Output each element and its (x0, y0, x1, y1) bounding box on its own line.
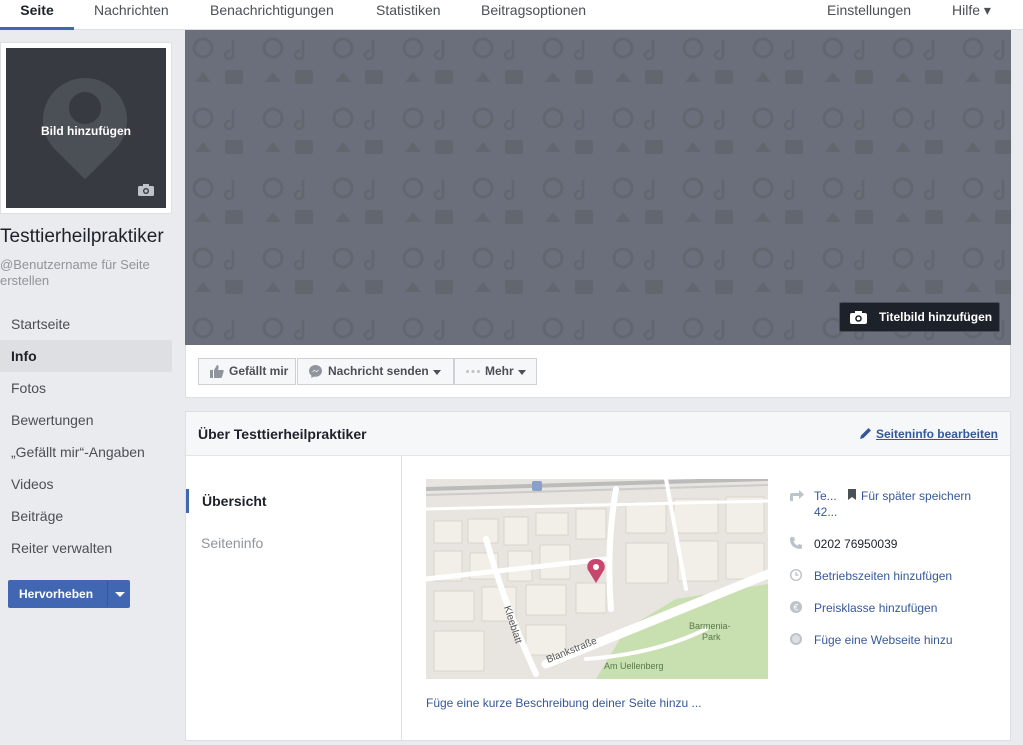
add-description-link[interactable]: Füge eine kurze Beschreibung deiner Seit… (426, 696, 702, 710)
tab-benachrichtigungen[interactable]: Benachrichtigungen (210, 0, 334, 30)
svg-text:€: € (793, 603, 798, 613)
sidebar-item-fotos[interactable]: Fotos (0, 372, 172, 404)
cover-photo: Titelbild hinzufügen (185, 30, 1011, 345)
directions-arrow-icon (790, 490, 804, 501)
help-menu[interactable]: Hilfe ▾ (952, 0, 991, 30)
chevron-down-icon (518, 370, 526, 375)
about-subnav: Übersicht Seiteninfo (186, 456, 402, 740)
chevron-down-icon (433, 370, 441, 375)
add-cover-photo-button[interactable]: Titelbild hinzufügen (839, 302, 1000, 332)
map-label-park-1: Barmenia- (689, 621, 731, 631)
profile-picture[interactable]: Bild hinzufügen (0, 42, 172, 214)
location-map[interactable]: Kleeblatt Blankstraße Barmenia- Park Am … (426, 479, 768, 679)
tab-statistiken[interactable]: Statistiken (376, 0, 441, 30)
bookmark-icon (848, 489, 856, 500)
globe-icon (790, 633, 802, 645)
send-message-button[interactable]: Nachricht senden (297, 358, 454, 385)
promote-label: Hervorheben (19, 587, 94, 601)
messenger-icon (309, 365, 322, 378)
tab-einstellungen[interactable]: Einstellungen (827, 0, 911, 30)
sidebar-item-info[interactable]: Info (0, 340, 172, 372)
add-cover-label: Titelbild hinzufügen (879, 310, 993, 324)
send-message-label: Nachricht senden (328, 364, 429, 378)
cover-pattern (185, 30, 1011, 345)
train-station-icon (532, 481, 542, 491)
price-tag-icon: € (790, 601, 802, 613)
edit-page-info-link[interactable]: Seiteninfo bearbeiten (859, 427, 998, 441)
address-line-2[interactable]: 42... (814, 505, 837, 519)
pencil-icon (859, 428, 871, 439)
clock-icon (790, 569, 802, 581)
tab-seiteninfo[interactable]: Seiteninfo (186, 531, 402, 555)
add-picture-label[interactable]: Bild hinzufügen (6, 124, 166, 138)
tab-uebersicht[interactable]: Übersicht (186, 489, 402, 513)
phone-icon (790, 537, 802, 549)
about-card-header: Über Testtierheilpraktiker Seiteninfo be… (186, 412, 1010, 456)
add-website-link[interactable]: Füge eine Webseite hinzu (814, 633, 953, 647)
save-for-later-link[interactable]: Für später speichern (861, 489, 971, 503)
map-label-uellenberg: Am Uellenberg (604, 661, 664, 671)
sidebar-nav: Startseite Info Fotos Bewertungen „Gefäl… (0, 308, 172, 564)
page-action-bar: Gefällt mir Nachricht senden Mehr (185, 345, 1011, 398)
tab-seite[interactable]: Seite (0, 0, 74, 30)
top-navigation: Seite Nachrichten Benachrichtigungen Sta… (0, 0, 1023, 30)
add-price-range-link[interactable]: Preisklasse hinzufügen (814, 601, 937, 615)
like-label: Gefällt mir (229, 364, 289, 378)
more-button[interactable]: Mehr (454, 358, 537, 385)
map-label-park-2: Park (702, 632, 721, 642)
more-dots-icon (466, 370, 480, 373)
phone-number[interactable]: 0202 76950039 (814, 537, 897, 551)
camera-icon (850, 311, 867, 324)
address-line-1[interactable]: Te... (814, 489, 837, 503)
sidebar-item-reiter-verwalten[interactable]: Reiter verwalten (0, 532, 172, 564)
thumbs-up-icon (210, 365, 224, 378)
sidebar-item-beitraege[interactable]: Beiträge (0, 500, 172, 532)
camera-icon (138, 184, 154, 196)
about-card: Über Testtierheilpraktiker Seiteninfo be… (185, 411, 1011, 741)
about-title: Über Testtierheilpraktiker (198, 426, 367, 442)
add-hours-link[interactable]: Betriebszeiten hinzufügen (814, 569, 952, 583)
more-label: Mehr (485, 364, 514, 378)
tab-beitragsoptionen[interactable]: Beitragsoptionen (481, 0, 586, 30)
promote-button[interactable]: Hervorheben (8, 580, 130, 608)
chevron-down-icon[interactable] (115, 592, 125, 597)
create-username-link[interactable]: @Benutzername für Seite erstellen (0, 257, 172, 289)
sidebar-item-startseite[interactable]: Startseite (0, 308, 172, 340)
tab-nachrichten[interactable]: Nachrichten (94, 0, 169, 30)
sidebar-item-gefaellt-mir-angaben[interactable]: „Gefällt mir“-Angaben (0, 436, 172, 468)
sidebar-item-bewertungen[interactable]: Bewertungen (0, 404, 172, 436)
sidebar-item-videos[interactable]: Videos (0, 468, 172, 500)
like-button[interactable]: Gefällt mir (198, 358, 296, 385)
page-title: Testtierheilpraktiker (0, 226, 164, 247)
